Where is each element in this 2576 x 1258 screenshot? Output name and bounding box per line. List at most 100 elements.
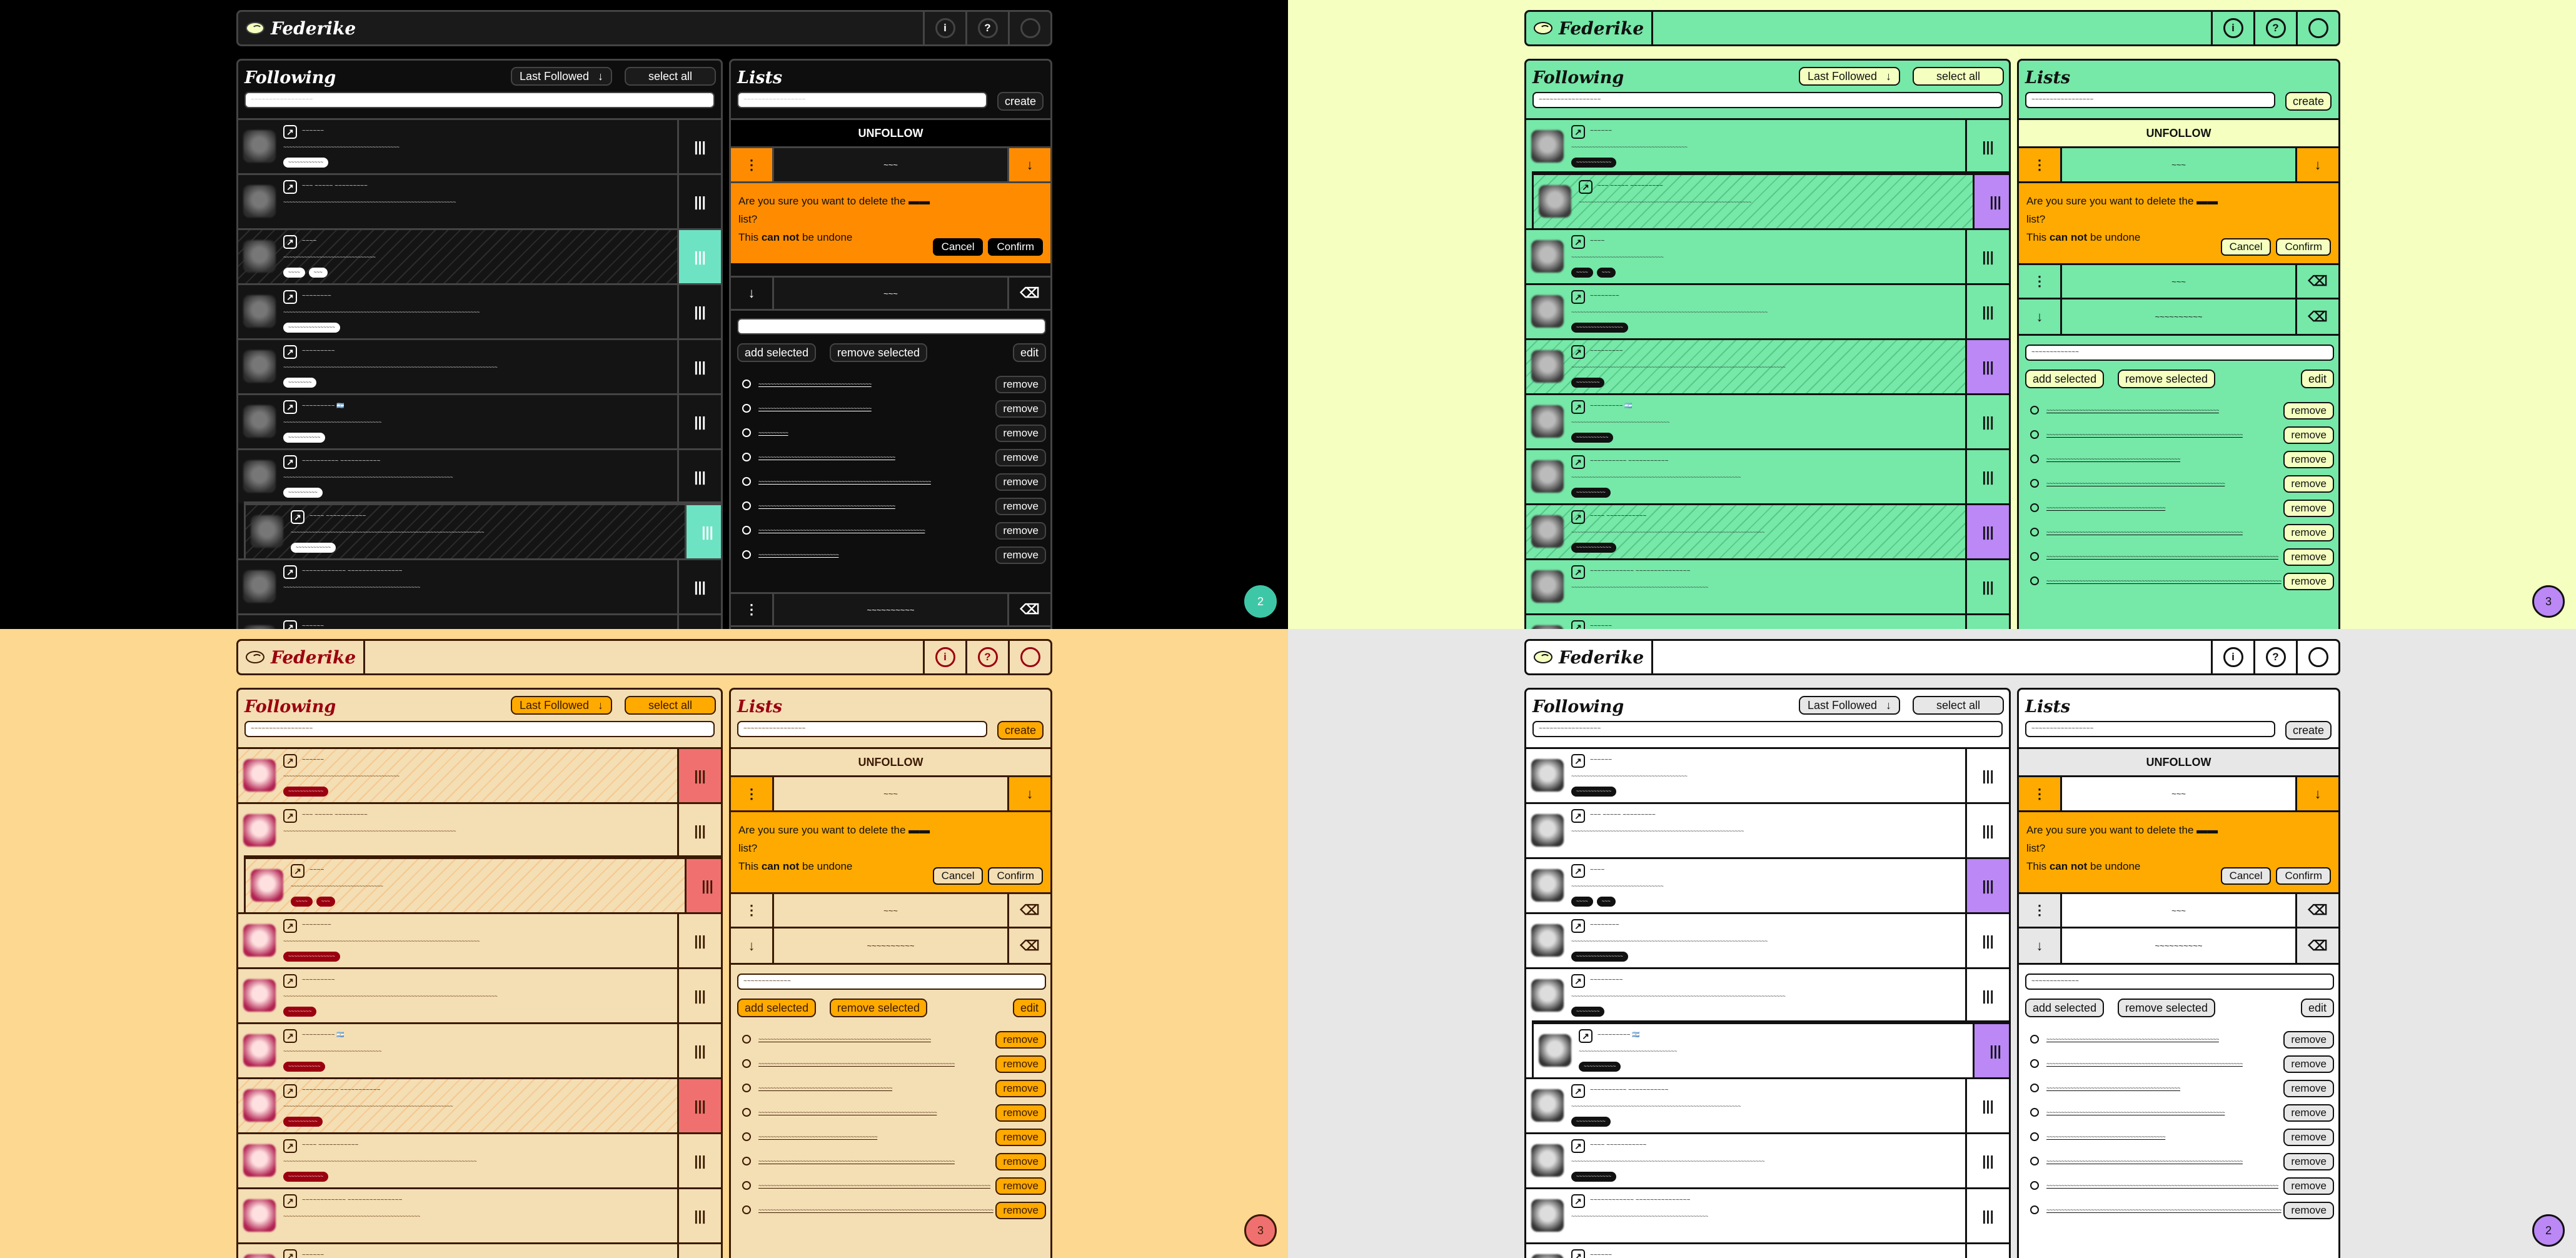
drag-handle[interactable]: |||: [1965, 340, 2009, 393]
remove-member-button[interactable]: remove: [2283, 475, 2334, 493]
drag-handle[interactable]: |||: [1965, 969, 2009, 1022]
user-row[interactable]: ↗~~~~~~~~~~~~~~~~~~~~~~~~~~~~~~~~~~~~~~~…: [1526, 747, 2009, 802]
external-link-icon[interactable]: ↗: [1571, 400, 1585, 414]
cancel-button[interactable]: Cancel: [2220, 867, 2272, 885]
kebab-menu-icon[interactable]: ⋮: [2019, 777, 2060, 810]
user-row[interactable]: ↗~~~~~~~~~~~~~~~~~~~~~~~~~~~~~~~~~~~~~~~…: [1526, 228, 2009, 283]
external-link-icon[interactable]: ↗: [291, 510, 304, 524]
remove-member-button[interactable]: remove: [995, 498, 1046, 515]
account-button[interactable]: [2296, 12, 2338, 44]
radio-icon[interactable]: [742, 501, 751, 510]
remove-member-button[interactable]: remove: [995, 1080, 1046, 1097]
info-button[interactable]: i: [923, 12, 965, 44]
radio-icon[interactable]: [742, 1035, 751, 1044]
external-link-icon[interactable]: ↗: [283, 1029, 297, 1043]
arrow-down-icon[interactable]: ↓: [1009, 777, 1050, 810]
create-list-button[interactable]: create: [997, 721, 1044, 740]
unfollow-dropzone[interactable]: UNFOLLOW: [731, 747, 1050, 777]
confirm-button[interactable]: Confirm: [2276, 867, 2331, 885]
cancel-button[interactable]: Cancel: [2220, 238, 2272, 256]
confirm-button[interactable]: Confirm: [988, 867, 1043, 885]
radio-icon[interactable]: [2030, 1108, 2039, 1117]
kebab-menu-icon[interactable]: ⋮: [2019, 265, 2060, 298]
external-link-icon[interactable]: ↗: [283, 754, 297, 768]
drag-handle[interactable]: |||: [1965, 914, 2009, 967]
page-indicator[interactable]: 3: [1244, 1214, 1277, 1247]
external-link-icon[interactable]: ↗: [283, 345, 297, 359]
user-row[interactable]: ↗ ~~~~~~~~~~~~ ~~~~~~~~~~~~~~~ ~~~~~~~~~~~…: [1526, 558, 2009, 613]
remove-member-button[interactable]: remove: [995, 1055, 1046, 1073]
user-row-selected[interactable]: ↗~~~~~~~~~~~~~~~~~~~~~~~~~~~~~~~~~~~~~~~…: [1526, 338, 2009, 393]
remove-member-button[interactable]: remove: [2283, 426, 2334, 444]
remove-member-button[interactable]: remove: [2283, 1202, 2334, 1219]
remove-member-button[interactable]: remove: [2283, 1055, 2334, 1073]
remove-selected-button[interactable]: remove selected: [830, 999, 928, 1017]
account-button[interactable]: [1008, 641, 1050, 673]
list-member[interactable]: ~~~~~~~~~~~~~~~~~~~~~~~~~~~~~~~~~~~~~~~~…: [2025, 424, 2334, 448]
user-row[interactable]: ↗ ~~~~~~~~~~~~ ~~~~~~~~~~~~~~~ ~~~~~~~~~~~…: [238, 1187, 721, 1242]
drag-handle[interactable]: |||: [1973, 175, 2009, 228]
create-list-button[interactable]: create: [2285, 92, 2332, 111]
external-link-icon[interactable]: ↗: [1571, 125, 1585, 139]
drag-handle[interactable]: |||: [677, 1134, 721, 1187]
external-link-icon[interactable]: ↗: [1571, 345, 1585, 359]
following-search-input[interactable]: ~~~~~~~~~~~~~~~~~: [1532, 721, 2003, 737]
brand[interactable]: Federike: [238, 12, 363, 44]
radio-icon[interactable]: [742, 1181, 751, 1190]
list-member[interactable]: ~~~~~~~~~~~~~~~~~~~~~~~~~~~~~~~~~~~~~~~~…: [2025, 1126, 2334, 1150]
create-list-button[interactable]: create: [997, 92, 1044, 111]
list-member[interactable]: ~~~~~~~~~~~~~~~~~~~~~~~~~~~~~~~~~~~~~~~~…: [737, 1126, 1046, 1150]
following-search-input[interactable]: ~~~~~~~~~~~~~~~~~: [244, 721, 715, 737]
drag-handle[interactable]: |||: [677, 340, 721, 393]
user-row[interactable]: ↗~~~~~~~~~~~~~~~~~~~~~~~~~~~~~~~~~~~~~~~…: [238, 967, 721, 1022]
user-row[interactable]: ↗~~~~~~~~~~~~~~~~~~~~~~~~~~~~~~~~~~~~~~~…: [238, 118, 721, 173]
backspace-icon[interactable]: ⌫: [1009, 278, 1050, 309]
radio-icon[interactable]: [742, 1108, 751, 1117]
remove-member-button[interactable]: remove: [995, 449, 1046, 466]
list-row-pending-delete[interactable]: ⋮ ~~~ ↓: [2019, 148, 2338, 183]
list-member[interactable]: ~~~~~~~~~~~~~~~~~~~~~~~~~~~~~~~~~~~~~~~~…: [2025, 497, 2334, 521]
select-all-button[interactable]: select all: [625, 67, 716, 86]
sort-dropdown[interactable]: Last Followed ↓: [511, 67, 612, 86]
remove-member-button[interactable]: remove: [995, 1202, 1046, 1219]
page-indicator[interactable]: 2: [2532, 1214, 2565, 1247]
radio-icon[interactable]: [2030, 1084, 2039, 1092]
external-link-icon[interactable]: ↗: [283, 809, 297, 823]
list-member[interactable]: ~~~~~~~~~~~~~~~~~~~~~~~~~~~~~~~~~~~~~~~~…: [2025, 473, 2334, 497]
list-member-search[interactable]: ~~~~~~~~~~~~~: [737, 974, 1046, 990]
list-member-search[interactable]: ~~~~~~~~~~~~~: [737, 318, 1046, 335]
kebab-menu-icon[interactable]: ⋮: [731, 148, 772, 181]
radio-icon[interactable]: [2030, 455, 2039, 463]
external-link-icon[interactable]: ↗: [283, 400, 297, 414]
remove-member-button[interactable]: remove: [2283, 451, 2334, 468]
list-row-expanded[interactable]: ↓ ~~~~~~~~~~ ⌫: [2019, 299, 2338, 336]
user-row[interactable]: ↗~~~~~~~~~~~~~~~~~~~~~~~~~~~~~~~~~~~~~~~…: [238, 912, 721, 967]
drag-handle[interactable]: |||: [1965, 395, 2009, 448]
external-link-icon[interactable]: ↗: [1571, 1084, 1585, 1098]
user-row[interactable]: ↗ ~~~~ ~~~~~~~~~~~ ~~~~~~~~~~~~~~~~~~~~~~~…: [1526, 1132, 2009, 1187]
user-row[interactable]: ↗ ~~~~~~~~~~ ~~~~~~~~~~~ ~~~~~~~~~~~~~~~~~…: [238, 448, 721, 503]
list-row[interactable]: ⋮ ~~~~~~~~~~ ⌫: [731, 592, 1050, 627]
drag-handle[interactable]: |||: [677, 230, 721, 283]
external-link-icon[interactable]: ↗: [1571, 754, 1585, 768]
drag-handle[interactable]: |||: [1965, 859, 2009, 912]
radio-icon[interactable]: [742, 1132, 751, 1141]
external-link-icon[interactable]: ↗: [283, 1194, 297, 1208]
account-button[interactable]: [1008, 12, 1050, 44]
radio-icon[interactable]: [742, 1084, 751, 1092]
arrow-down-icon[interactable]: ↓: [1009, 148, 1050, 181]
drag-handle[interactable]: |||: [677, 749, 721, 802]
radio-icon[interactable]: [2030, 406, 2039, 415]
external-link-icon[interactable]: ↗: [291, 864, 304, 878]
confirm-button[interactable]: Confirm: [2276, 238, 2331, 256]
info-button[interactable]: i: [2211, 12, 2253, 44]
user-row-selected[interactable]: ↗ ~~~~~~~~~~ ~~~~~~~~~~~ ~~~~~~~~~~~~~~~~~…: [238, 1077, 721, 1132]
help-button[interactable]: ?: [2253, 12, 2296, 44]
external-link-icon[interactable]: ↗: [1571, 1249, 1585, 1258]
list-member[interactable]: ~~~~~~~~~~~~~~~~~~~~~~~~~~~~~~~~~~~~~~~~…: [2025, 1102, 2334, 1126]
external-link-icon[interactable]: ↗: [1571, 510, 1585, 524]
drag-handle[interactable]: |||: [1965, 1189, 2009, 1242]
remove-member-button[interactable]: remove: [2283, 402, 2334, 420]
list-member[interactable]: ~~~~~~~~~~~~~~~~~~~~~~~~~~~~~~~~~~~~~~ re…: [737, 398, 1046, 422]
external-link-icon[interactable]: ↗: [1571, 565, 1585, 579]
